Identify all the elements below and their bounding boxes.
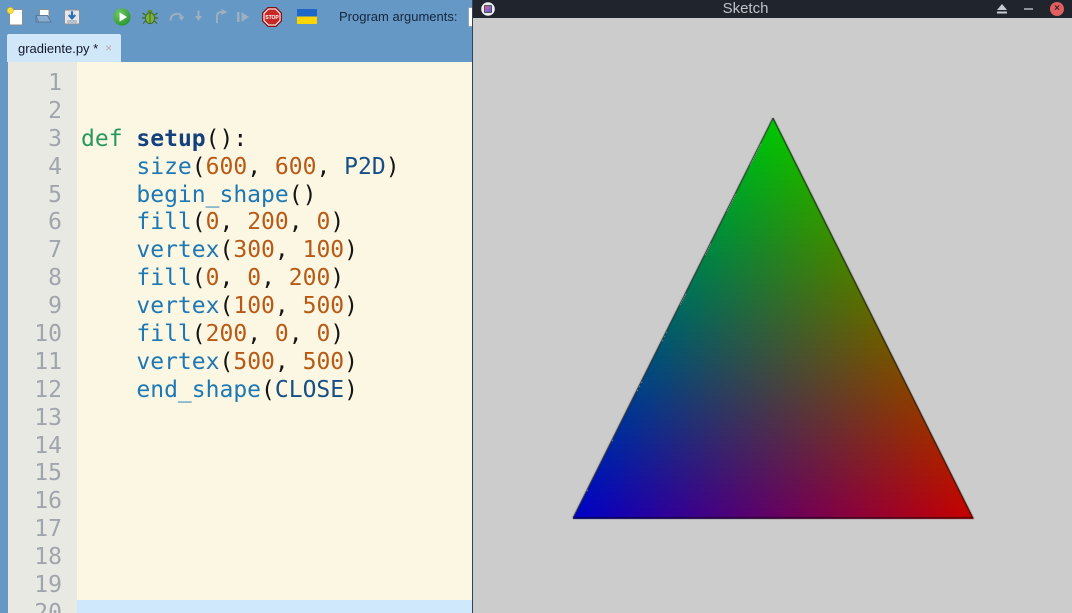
line-number: 20: [34, 599, 62, 613]
line-number: 4: [48, 153, 62, 180]
close-button[interactable]: ×: [1050, 2, 1064, 16]
minimize-icon: [1024, 8, 1033, 10]
desktop: STOP Program arguments: gradiente.py * ×…: [0, 0, 1072, 613]
debug-button[interactable]: [140, 7, 160, 27]
step-out-button[interactable]: [212, 7, 229, 27]
line-number: 5: [48, 181, 62, 208]
line-number: 15: [34, 460, 62, 487]
new-file-button[interactable]: [6, 6, 26, 27]
line-number: 9: [48, 293, 62, 320]
window-controls: ×: [996, 2, 1064, 16]
step-into-icon: [195, 10, 202, 21]
program-arguments-label: Program arguments:: [339, 9, 458, 24]
line-number: 19: [34, 572, 62, 599]
tab-close-icon[interactable]: ×: [105, 42, 112, 54]
line-number: 18: [34, 544, 62, 571]
stop-icon: STOP: [262, 6, 282, 27]
tab-bar: gradiente.py * ×: [0, 33, 472, 62]
shade-button[interactable]: [996, 4, 1008, 14]
sketch-app-icon: [481, 2, 495, 16]
toolbar: STOP Program arguments:: [0, 0, 472, 33]
run-button[interactable]: [112, 7, 132, 27]
open-file-icon: [35, 8, 52, 22]
sketch-window: Sketch ×: [472, 0, 1072, 613]
code-line: fill(200, 0, 0): [136, 321, 345, 348]
sketch-titlebar[interactable]: Sketch ×: [473, 0, 1072, 18]
ide-window: STOP Program arguments: gradiente.py * ×…: [0, 0, 472, 613]
line-number: 2: [48, 97, 62, 124]
code-area[interactable]: def setup(): size(600, 600, P2D) begin_s…: [77, 62, 472, 613]
sketch-window-title: Sketch: [722, 0, 769, 17]
code-line: vertex(100, 500): [136, 293, 358, 320]
code-line: fill(0, 0, 200): [136, 265, 345, 292]
line-number: 6: [48, 209, 62, 236]
sketch-canvas-area: [473, 18, 1072, 613]
step-over-button[interactable]: [168, 7, 185, 27]
save-file-icon: [64, 9, 80, 24]
tab-gradiente-py[interactable]: gradiente.py * ×: [7, 34, 122, 62]
line-number: 17: [34, 516, 62, 543]
debug-icon: [142, 9, 158, 24]
code-line: fill(0, 200, 0): [136, 209, 345, 236]
line-number: 12: [34, 376, 62, 403]
sketch-canvas[interactable]: [473, 18, 1072, 613]
code-line: begin_shape(): [136, 181, 317, 208]
line-number: 11: [34, 348, 62, 375]
svg-text:STOP: STOP: [265, 15, 279, 21]
eject-icon: [997, 4, 1007, 14]
line-number: 3: [48, 125, 62, 152]
minimize-button[interactable]: [1024, 7, 1034, 11]
code-line: def setup():: [81, 125, 248, 152]
line-number: 10: [34, 321, 62, 348]
code-line: vertex(500, 500): [136, 348, 358, 375]
code-line: end_shape(CLOSE): [136, 376, 358, 403]
close-icon: ×: [1054, 3, 1060, 14]
save-file-button[interactable]: [62, 7, 82, 27]
new-file-icon: [6, 6, 23, 25]
step-into-button[interactable]: [190, 7, 207, 27]
ukraine-flag-icon: [297, 9, 317, 24]
line-number: 7: [48, 237, 62, 264]
run-icon: [113, 7, 131, 26]
line-number-gutter: 1 2 3 4 5 6 7 8 9 10 11 12 13 14 15 16 17 18 19 20: [8, 62, 77, 613]
line-number: 8: [48, 265, 62, 292]
tab-title: gradiente.py *: [18, 40, 99, 56]
code-line: [77, 599, 472, 613]
open-file-button[interactable]: [34, 7, 54, 27]
step-over-icon: [169, 12, 185, 21]
step-out-icon: [216, 8, 228, 23]
line-number: 16: [34, 488, 62, 515]
code-line: vertex(300, 100): [136, 237, 358, 264]
resume-button[interactable]: [234, 7, 251, 27]
line-number: 1: [48, 70, 62, 96]
resume-icon: [237, 11, 249, 22]
ukraine-flag-button[interactable]: [297, 7, 317, 27]
stop-button[interactable]: STOP: [261, 6, 283, 27]
line-number: 13: [34, 404, 62, 431]
code-editor[interactable]: 1 2 3 4 5 6 7 8 9 10 11 12 13 14 15 16 17 18 19 20 def setu…: [0, 62, 472, 613]
line-number: 14: [34, 432, 62, 459]
code-line: size(600, 600, P2D): [136, 153, 400, 180]
